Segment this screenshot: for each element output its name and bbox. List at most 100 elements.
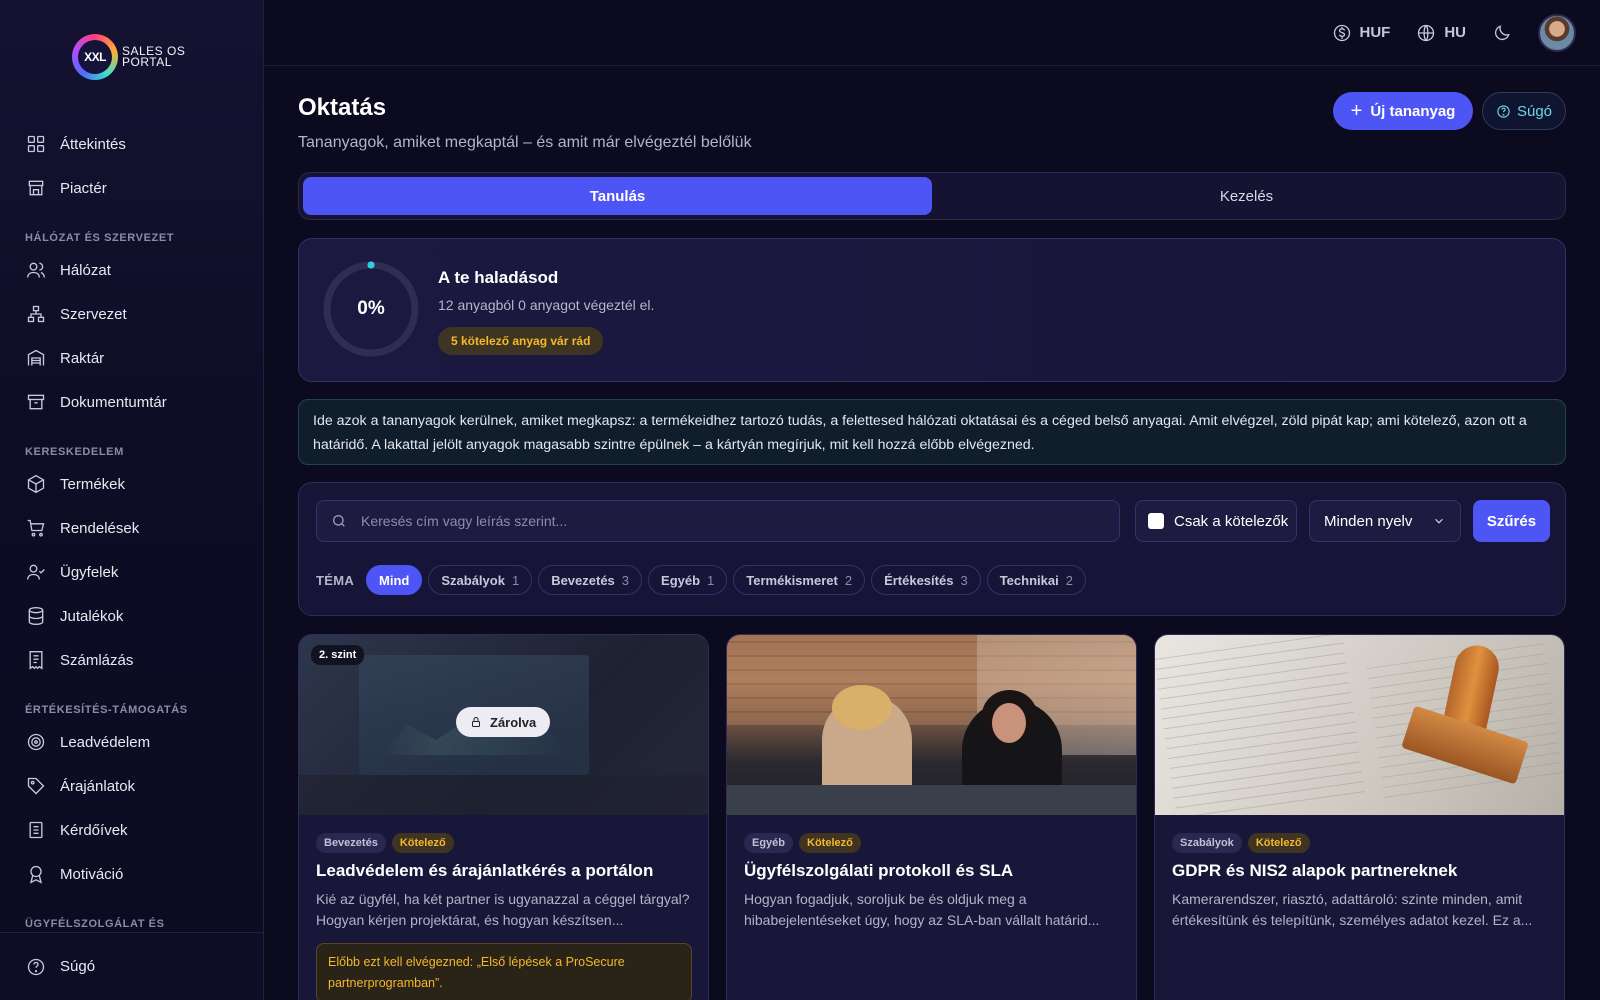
sidebar-item-halozat[interactable]: Hálózat [0, 248, 263, 292]
clipboard-icon [29, 821, 43, 839]
chip-label: Szabályok [441, 572, 505, 588]
language-label: HU [1444, 24, 1466, 41]
progress-card: 0% A te haladásod 12 anyagból 0 anyagot … [298, 238, 1566, 382]
prerequisite-notice: Előbb ezt kell elvégezned: „Első lépések… [316, 943, 692, 1000]
tab-tanulas[interactable]: Tanulás [303, 177, 932, 215]
sidebar-item-piacter[interactable]: Piactér [0, 166, 263, 210]
sidebar-item-label: Kérdőívek [60, 821, 128, 839]
award-icon [30, 865, 42, 884]
sidebar-item-motivacio[interactable]: Motiváció [0, 852, 263, 896]
cart-icon [27, 519, 45, 537]
warehouse-icon [27, 349, 45, 366]
card-tags: Szabályok Kötelező [1172, 833, 1310, 853]
sidebar-item-szamlazas[interactable]: Számlázás [0, 638, 263, 682]
sidebar-item-termekek[interactable]: Termékek [0, 462, 263, 506]
language-select[interactable]: Minden nyelv [1309, 500, 1461, 542]
sidebar-item-label: Hálózat [60, 261, 111, 279]
new-course-button[interactable]: + Új tananyag [1333, 92, 1473, 130]
topic-chip-egyeb[interactable]: Egyéb 1 [648, 565, 728, 595]
page-subtitle: Tananyagok, amiket megkaptál – és amit m… [298, 134, 752, 151]
sidebar-nav: Áttekintés Piactér HÁLÓZAT ÉS SZERVEZET … [0, 122, 263, 934]
top-bar: HUF HU [264, 0, 1600, 66]
sidebar-help-link[interactable]: Súgó [0, 932, 263, 1000]
chip-label: Termékismeret [746, 572, 838, 588]
category-tag: Egyéb [744, 833, 794, 853]
receipt-icon [29, 651, 43, 670]
sidebar-item-szervezet[interactable]: Szervezet [0, 292, 263, 336]
card-tags: Bevezetés Kötelező [316, 833, 454, 853]
app-logo[interactable]: XXL SALES OS PORTAL [72, 34, 185, 80]
language-switcher[interactable]: HU [1416, 23, 1466, 43]
help-circle-icon [27, 958, 45, 975]
topic-chip-bevezetes[interactable]: Bevezetés 3 [538, 565, 643, 595]
topic-chip-technikai[interactable]: Technikai 2 [986, 565, 1086, 595]
card-description: Kié az ügyfél, ha két partner is ugyanaz… [316, 891, 690, 928]
nav-section-title: ÜGYFÉLSZOLGÁLAT ÉS [25, 918, 165, 930]
search-icon [333, 515, 345, 527]
course-card[interactable]: 2. szint Zárolva Bevezetés Kötelező Lead… [298, 634, 709, 1000]
course-card[interactable]: Szabályok Kötelező GDPR és NIS2 alapok p… [1154, 634, 1565, 1000]
plus-icon: + [1350, 100, 1363, 122]
topic-chip-ertekesites[interactable]: Értékesítés 3 [871, 565, 981, 595]
tag-icon [27, 777, 45, 795]
search-input[interactable] [361, 513, 1081, 529]
card-tags: Egyéb Kötelező [744, 833, 861, 853]
tab-kezeles[interactable]: Kezelés [932, 177, 1561, 215]
currency-switcher[interactable]: HUF [1332, 23, 1390, 43]
only-required-checkbox[interactable]: Csak a kötelezők [1135, 500, 1297, 542]
help-circle-icon [1497, 104, 1510, 118]
archive-icon [27, 394, 45, 410]
chevron-down-icon [1435, 518, 1443, 524]
progress-percent: 0% [357, 298, 385, 319]
chip-count: 3 [960, 572, 968, 588]
sidebar-item-attekintes[interactable]: Áttekintés [0, 122, 263, 166]
users-icon [27, 262, 45, 278]
grid-icon [27, 135, 45, 153]
moon-icon [1494, 24, 1510, 40]
topic-chip-szabalyok[interactable]: Szabályok 1 [428, 565, 533, 595]
sidebar-item-raktar[interactable]: Raktár [0, 336, 263, 380]
required-tag: Kötelező [799, 833, 861, 853]
topic-filter-row: TÉMA Mind Szabályok 1 Bevezetés 3 Egyéb … [316, 565, 1086, 595]
org-chart-icon [27, 305, 45, 323]
store-icon [28, 180, 44, 196]
chip-label: Bevezetés [551, 572, 615, 588]
nav-section-title: ÉRTÉKESÍTÉS-TÁMOGATÁS [25, 704, 188, 716]
topic-chip-termekismeret[interactable]: Termékismeret 2 [733, 565, 866, 595]
sidebar-item-kerdoivek[interactable]: Kérdőívek [0, 808, 263, 852]
card-description: Kamerarendszer, riasztó, adattároló: szi… [1172, 891, 1533, 928]
course-image: 2. szint Zárolva [299, 635, 708, 815]
sidebar-item-leadvedelem[interactable]: Leadvédelem [0, 720, 263, 764]
help-button[interactable]: Súgó [1482, 92, 1566, 130]
sidebar-item-arajanlatok[interactable]: Árajánlatok [0, 764, 263, 808]
sidebar-item-rendelesek[interactable]: Rendelések [0, 506, 263, 550]
sidebar-item-label: Számlázás [60, 651, 134, 669]
theme-toggle[interactable] [1492, 23, 1512, 43]
course-card[interactable]: Egyéb Kötelező Ügyfélszolgálati protokol… [726, 634, 1137, 1000]
topic-chip-mind[interactable]: Mind [366, 565, 423, 595]
progress-summary: 12 anyagból 0 anyagot végeztél el. [438, 297, 655, 313]
sidebar-item-ugyfelek[interactable]: Ügyfelek [0, 550, 263, 594]
sidebar-item-label: Raktár [60, 349, 105, 367]
sidebar-item-label: Termékek [60, 475, 126, 493]
topic-label: TÉMA [316, 572, 355, 588]
sidebar-item-label: Motiváció [60, 865, 124, 883]
chip-label: Egyéb [661, 572, 701, 588]
card-title: Leadvédelem és árajánlatkérés a portálon [316, 861, 654, 880]
chip-label: Értékesítés [884, 572, 954, 588]
sidebar-item-label: Piactér [60, 179, 107, 197]
card-title: Ügyfélszolgálati protokoll és SLA [744, 861, 1014, 880]
sidebar-item-dokumentumtar[interactable]: Dokumentumtár [0, 380, 263, 424]
sidebar-item-jutalekok[interactable]: Jutalékok [0, 594, 263, 638]
chip-count: 1 [511, 572, 520, 588]
checkbox-square[interactable] [1148, 513, 1164, 529]
view-tabs: Tanulás Kezelés [298, 172, 1566, 220]
dollar-circle-icon [1333, 24, 1350, 41]
course-image [727, 635, 1136, 815]
help-button-label: Súgó [1516, 102, 1553, 120]
filter-button[interactable]: Szűrés [1473, 500, 1550, 542]
card-description: Hogyan fogadjuk, soroljuk be és oldjuk m… [744, 891, 1100, 928]
locked-label: Zárolva [490, 714, 537, 730]
logo-mark: XXL [72, 34, 118, 80]
user-avatar[interactable] [1538, 13, 1576, 52]
